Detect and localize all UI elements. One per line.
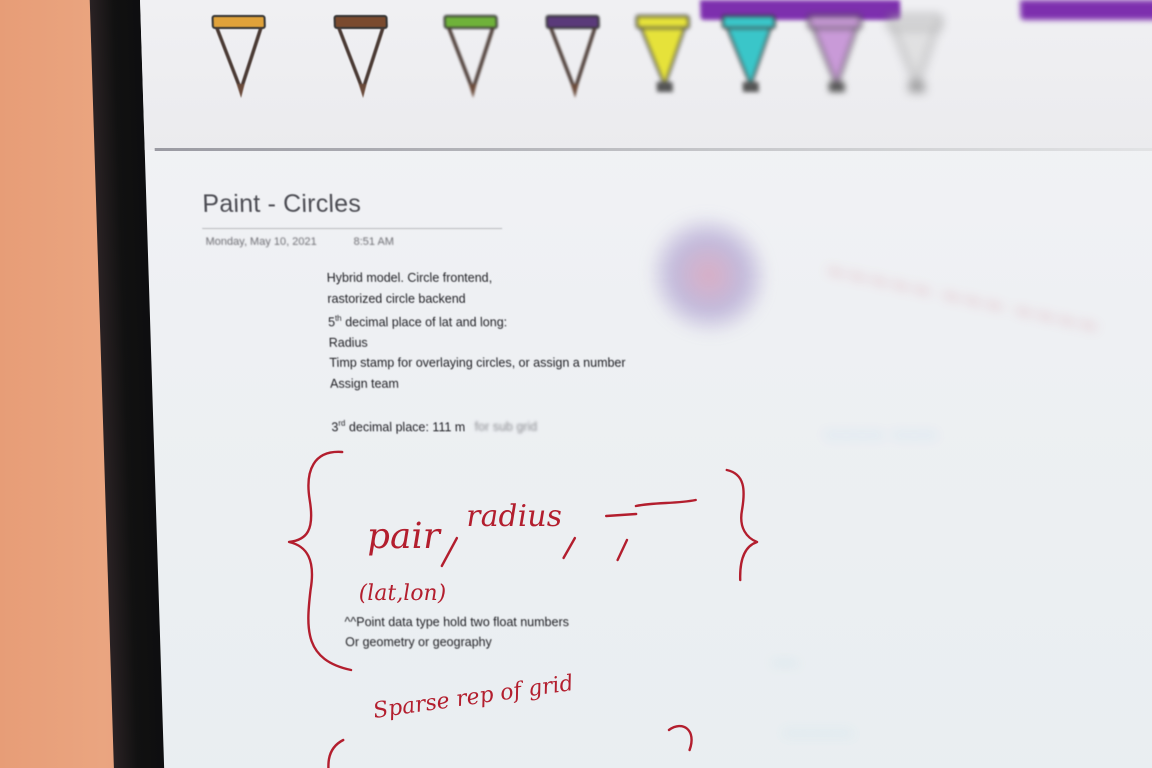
green-pen-icon[interactable] — [440, 8, 503, 108]
draw-ribbon — [140, 0, 1152, 150]
orange-pen-icon[interactable] — [208, 8, 271, 108]
cyan-highlighter-icon[interactable] — [718, 8, 781, 108]
photo-scene: Paint - Circles Monday, May 10, 2021 8:5… — [0, 0, 1152, 768]
note-text: decimal place of lat and long: — [341, 315, 508, 330]
note-line: rastorized circle backend — [327, 291, 466, 306]
blurred-blue-ink: ~~ — [770, 650, 800, 677]
blurred-blue-ink: ~~~~~ — [782, 720, 854, 747]
blurred-map-sketch — [646, 210, 771, 340]
note-line: Hybrid model. Circle frontend, — [326, 271, 493, 285]
handwritten-ink[interactable]: pair radius (lat,lon) Sparse rep of grid — [274, 430, 905, 768]
eraser-icon[interactable] — [884, 8, 947, 108]
page-title[interactable]: Paint - Circles — [202, 190, 362, 219]
onenote-window: Paint - Circles Monday, May 10, 2021 8:5… — [140, 0, 1152, 768]
ink-lower-mark — [667, 724, 693, 752]
page-date: Monday, May 10, 2021 — [205, 236, 317, 248]
note-line: Radius — [328, 335, 368, 350]
ink-dash — [605, 512, 638, 562]
ribbon-tab-highlight — [1020, 0, 1152, 20]
ink-right-brace — [725, 468, 759, 582]
ink-word-pair: pair — [366, 516, 442, 557]
note-text-block[interactable]: ^^Point data type hold two float numbers… — [344, 612, 570, 652]
note-line: 5th decimal place of lat and long: — [328, 309, 625, 333]
purple-pen-icon[interactable] — [542, 8, 605, 108]
yellow-highlighter-icon[interactable] — [632, 8, 695, 108]
ink-comma — [562, 536, 577, 560]
ink-word-radius: radius — [466, 499, 563, 534]
note-line: Assign team — [329, 376, 400, 391]
ribbon-divider — [154, 148, 1152, 151]
note-text-block[interactable]: Hybrid model. Circle frontend, rastorize… — [326, 268, 628, 438]
note-line: Or geometry or geography — [344, 635, 493, 649]
note-line: ^^Point data type hold two float numbers — [344, 615, 570, 629]
ink-word-latlon: (lat,lon) — [358, 581, 446, 606]
lilac-highlighter-icon[interactable] — [804, 8, 867, 108]
ink-left-brace — [287, 450, 353, 672]
ink-lower-brace — [327, 738, 345, 768]
blurred-red-ink: ~~~~~ ~~~ ~~~~ — [822, 255, 1102, 343]
page-time: 8:51 AM — [353, 236, 395, 248]
ink-word-sparse-rep: Sparse rep of grid — [371, 671, 575, 724]
ink-comma — [440, 536, 459, 568]
title-underline — [202, 228, 503, 229]
blurred-blue-ink: ~~~~ ~~~ — [823, 420, 938, 450]
note-line: Timp stamp for overlaying circles, or as… — [329, 356, 626, 371]
ink-dash — [634, 498, 697, 508]
brown-pen-icon[interactable] — [330, 8, 393, 108]
